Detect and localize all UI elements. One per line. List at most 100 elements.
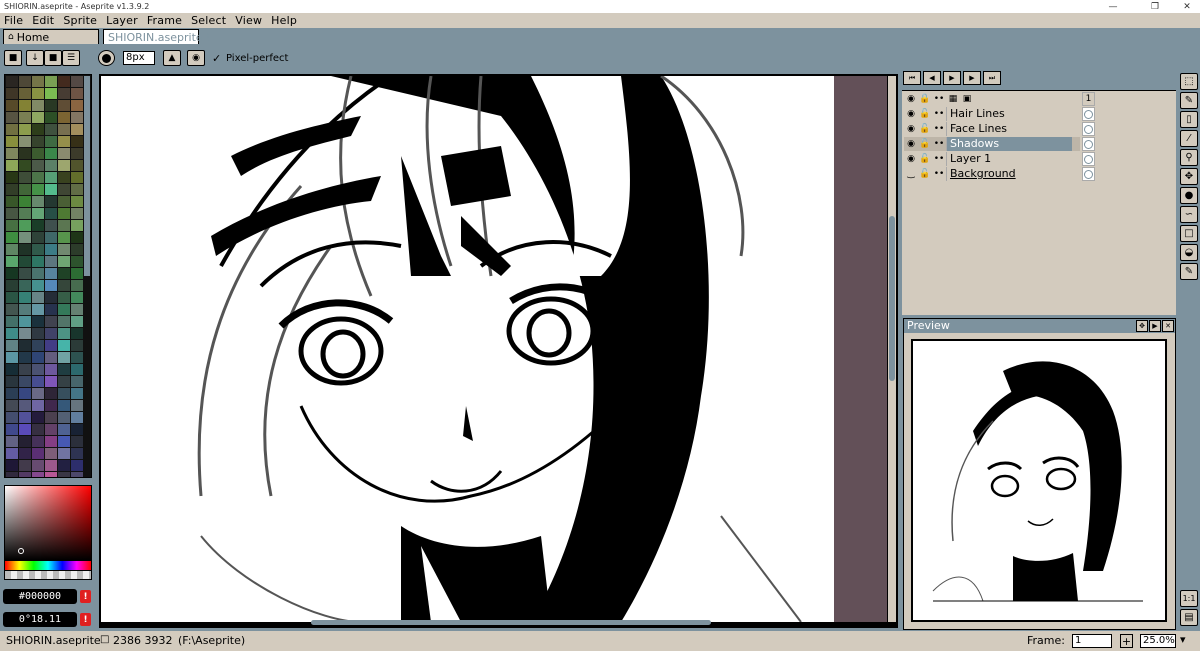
palette-swatch[interactable] [58,352,70,363]
palette-swatch[interactable] [58,124,70,135]
palette-swatch[interactable] [71,100,83,111]
palette-swatch[interactable] [58,160,70,171]
palette-swatch[interactable] [6,184,18,195]
palette-swatch[interactable] [71,268,83,279]
grid-header-icon[interactable]: ▣ [960,92,974,106]
cel[interactable] [1082,107,1095,121]
palette-swatch[interactable] [45,316,57,327]
palette-swatch[interactable] [58,328,70,339]
palette-swatch[interactable] [58,376,70,387]
cel[interactable] [1082,167,1095,181]
layer-row-shadows[interactable]: ◉ 🔓 •• Shadows [904,137,1095,151]
palette-swatch[interactable] [71,76,83,87]
palette-grid[interactable] [6,76,83,477]
palette-swatch[interactable] [6,88,18,99]
palette-swatch[interactable] [19,364,31,375]
palette-swatch[interactable] [71,436,83,447]
palette-swatch[interactable] [71,160,83,171]
layer-name[interactable]: Face Lines [946,122,1072,136]
warning-icon[interactable]: ! [80,590,91,603]
alpha-slider[interactable] [4,571,92,580]
palette-swatch[interactable] [32,112,44,123]
curve-icon[interactable]: ∽ [1180,206,1198,223]
palette-swatch[interactable] [19,88,31,99]
palette-swatch[interactable] [19,136,31,147]
palette-swatch[interactable] [45,232,57,243]
palette-swatch[interactable] [6,208,18,219]
ink-icon[interactable]: ▲ [163,50,181,66]
palette-swatch[interactable] [45,88,57,99]
palette-swatch[interactable] [32,412,44,423]
palette-swatch[interactable] [19,376,31,387]
timeline-toggle-icon[interactable]: ▤ [1180,609,1198,626]
palette-swatch[interactable] [32,448,44,459]
continuous-icon[interactable]: •• [932,152,946,166]
palette-swatch[interactable] [32,88,44,99]
menu-file[interactable]: File [4,14,23,27]
palette-swatch[interactable] [45,448,57,459]
palette-swatch[interactable] [58,304,70,315]
palette-swatch[interactable] [71,388,83,399]
zoom-input[interactable]: 25.0% [1140,634,1176,648]
eye-icon[interactable]: ◉ [904,152,918,166]
palette-swatch[interactable] [45,160,57,171]
menu-lines-icon[interactable]: ☰ [62,50,80,66]
palette-swatch[interactable] [32,304,44,315]
palette-swatch[interactable] [32,352,44,363]
palette-swatch[interactable] [6,352,18,363]
palette-swatch[interactable] [71,400,83,411]
link-header-icon[interactable]: •• [932,92,946,106]
eye-header-icon[interactable]: ◉ [904,92,918,106]
palette-swatch[interactable] [32,76,44,87]
lock-icon[interactable]: ■ [4,50,22,66]
palette-swatch[interactable] [45,328,57,339]
lock-header-icon[interactable]: 🔒 [918,92,932,106]
palette-swatch[interactable] [45,184,57,195]
cel[interactable] [1082,137,1095,151]
palette-swatch[interactable] [45,220,57,231]
palette-swatch[interactable] [32,220,44,231]
play-icon[interactable]: ▶ [943,71,961,85]
palette-swatch[interactable] [32,268,44,279]
palette-swatch[interactable] [19,112,31,123]
palette-swatch[interactable] [45,280,57,291]
background-color-field[interactable]: 0°18.11 [3,612,77,627]
palette-swatch[interactable] [32,340,44,351]
palette-swatch[interactable] [6,196,18,207]
stop-icon[interactable]: ■ [44,50,62,66]
palette-swatch[interactable] [6,388,18,399]
palette-swatch[interactable] [71,196,83,207]
palette-swatch[interactable] [71,316,83,327]
palette-swatch[interactable] [71,112,83,123]
layer-name[interactable]: Background [946,167,1072,181]
palette-swatch[interactable] [6,328,18,339]
palette-swatch[interactable] [32,124,44,135]
palette-swatch[interactable] [45,76,57,87]
layer-name[interactable]: Hair Lines [946,107,1072,121]
palette-swatch[interactable] [32,172,44,183]
sprite-canvas[interactable] [101,76,834,622]
palette-swatch[interactable] [19,184,31,195]
menu-view[interactable]: View [235,14,262,27]
palette-swatch[interactable] [19,280,31,291]
lock-icon[interactable]: 🔓 [918,122,932,136]
menu-layer[interactable]: Layer [106,14,138,27]
palette-swatch[interactable] [19,172,31,183]
palette-swatch[interactable] [45,400,57,411]
palette-swatch[interactable] [19,412,31,423]
preview-canvas[interactable] [911,339,1167,622]
palette-swatch[interactable] [19,424,31,435]
palette-swatch[interactable] [19,292,31,303]
pixel-perfect-label[interactable]: Pixel-perfect [226,53,288,64]
bucket-icon[interactable]: ● [1180,187,1198,204]
palette-swatch[interactable] [71,460,83,471]
palette-swatch[interactable] [6,232,18,243]
palette-swatch[interactable] [32,148,44,159]
palette-swatch[interactable] [58,88,70,99]
palette-swatch[interactable] [6,136,18,147]
palette-swatch[interactable] [19,208,31,219]
palette-swatch[interactable] [6,172,18,183]
palette-swatch[interactable] [58,424,70,435]
palette-swatch[interactable] [71,256,83,267]
add-frame-button[interactable]: + [1120,634,1133,648]
